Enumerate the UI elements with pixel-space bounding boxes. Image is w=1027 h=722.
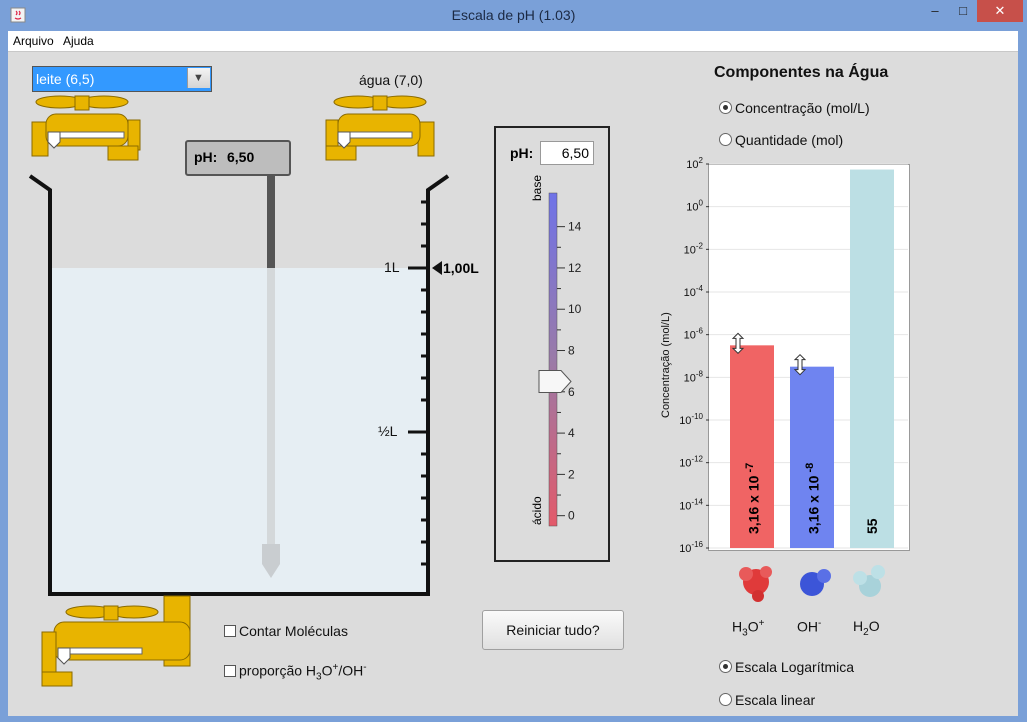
ph-slider-thumb[interactable] xyxy=(538,369,572,393)
window-title: Escala de pH (1.03) xyxy=(451,7,576,23)
oh-label: OH- xyxy=(797,618,822,635)
close-button[interactable]: ✕ xyxy=(977,0,1023,22)
ratio-label-h: proporção H xyxy=(239,662,317,679)
volume-pointer-icon xyxy=(432,261,442,275)
count-molecules-checkbox[interactable]: Contar Moléculas xyxy=(224,623,348,639)
base-label: base xyxy=(530,174,544,201)
chart-ytick-label: 10-12 xyxy=(679,455,703,470)
chart-bar-value-2: 55 xyxy=(864,518,880,534)
h3o-molecule-icon xyxy=(739,566,772,602)
mark-1l: 1L xyxy=(384,259,400,275)
h2o-label: H2O xyxy=(853,618,880,638)
count-molecules-label: Contar Moléculas xyxy=(239,623,348,639)
radio-linear-scale[interactable]: Escala linear xyxy=(719,692,815,708)
slider-tick-label: 0 xyxy=(568,509,575,523)
drag-handle-icon[interactable] xyxy=(731,332,745,355)
chart-bar-value-0: 3,16 x 10 -7 xyxy=(744,462,762,534)
mark-half-l: ½L xyxy=(378,423,398,439)
ph-meter[interactable]: pH: 6,50 xyxy=(185,140,291,176)
menu-arquivo[interactable]: Arquivo xyxy=(13,34,54,48)
checkbox-box[interactable] xyxy=(224,625,236,637)
slider-tick-label: 2 xyxy=(568,467,575,481)
ratio-label-oh: /OH xyxy=(338,662,364,679)
h2o-molecule-icon xyxy=(853,565,885,597)
concentration-chart: 102 100 10-2 10-4 10-6 10-8 10-10 10-12 10-14 10-… xyxy=(679,156,908,555)
liquid xyxy=(50,268,428,593)
chart-ytick-label: 10-10 xyxy=(679,412,703,427)
ph-slider[interactable]: 14 12 10 8 6 4 2 0 xyxy=(494,126,610,562)
slider-tick-label: 8 xyxy=(568,344,575,358)
ph-probe-rod[interactable] xyxy=(267,172,275,268)
chart-ytick-label: 10-4 xyxy=(684,284,704,299)
chart-bar-value-1: 3,16 x 10 -8 xyxy=(804,462,822,534)
volume-readout: 1,00L xyxy=(443,260,479,276)
chart-ylabel: Concentração (mol/L) xyxy=(660,312,672,418)
radio-icon[interactable] xyxy=(719,693,732,706)
radio-icon[interactable] xyxy=(719,101,732,114)
ratio-sup-minus: - xyxy=(363,662,367,673)
ph-scale-bar xyxy=(548,192,558,527)
radio-icon[interactable] xyxy=(719,660,732,673)
chart-ytick-label: 10-16 xyxy=(679,540,703,555)
radio-linear-label: Escala linear xyxy=(735,692,816,708)
menu-ajuda[interactable]: Ajuda xyxy=(63,34,94,48)
radio-quantity[interactable]: Quantidade (mol) xyxy=(719,132,843,148)
radio-quantity-label: Quantidade (mol) xyxy=(735,132,844,148)
slider-tick-label: 12 xyxy=(568,261,582,275)
slider-tick-label: 6 xyxy=(568,385,575,399)
minimize-button[interactable]: – xyxy=(922,0,948,22)
maximize-button[interactable]: □ xyxy=(950,0,976,22)
chart-ytick-label: 10-6 xyxy=(684,327,704,342)
molecules-row xyxy=(739,565,885,602)
ph-probe-rod-submerged xyxy=(267,268,275,544)
main-panel: leite (6,5) ▼ água (7,0) 1L 1,00L ½L pH:… xyxy=(8,52,1018,716)
oh-molecule-icon xyxy=(800,569,831,596)
radio-icon[interactable] xyxy=(719,133,732,146)
slider-tick-label: 4 xyxy=(568,426,575,440)
chart-ytick-label: 10-8 xyxy=(684,369,704,384)
drag-handle-icon[interactable] xyxy=(793,353,807,376)
water-faucet-icon[interactable] xyxy=(325,95,435,161)
slider-tick-label: 14 xyxy=(568,220,582,234)
checkbox-box[interactable] xyxy=(224,664,236,677)
title-bar: Escala de pH (1.03) – □ ✕ xyxy=(0,0,1027,31)
drain-faucet-icon[interactable] xyxy=(41,595,191,687)
chart-ytick-label: 10-14 xyxy=(679,497,703,512)
slider-tick-label: 10 xyxy=(568,302,582,316)
ratio-checkbox[interactable]: proporção H3O+/OH- xyxy=(224,662,367,682)
radio-log-scale[interactable]: Escala Logarítmica xyxy=(719,659,854,675)
chart-ytick-label: 102 xyxy=(686,156,703,171)
solute-faucet-icon[interactable] xyxy=(31,95,141,161)
chart-ytick-label: 10-2 xyxy=(684,241,704,256)
radio-concentration[interactable]: Concentração (mol/L) xyxy=(719,100,870,116)
app-window: Escala de pH (1.03) – □ ✕ Arquivo Ajuda … xyxy=(0,0,1027,722)
chart-ytick-label: 100 xyxy=(686,199,703,214)
ph-meter-label: pH: xyxy=(194,149,218,165)
menu-bar: Arquivo Ajuda xyxy=(8,31,1018,52)
ph-meter-value: 6,50 xyxy=(227,149,255,165)
chart-bar-2 xyxy=(850,169,894,548)
acid-label: ácido xyxy=(530,496,544,525)
radio-log-label: Escala Logarítmica xyxy=(735,659,855,675)
components-title: Componentes na Água xyxy=(714,64,889,81)
radio-concentration-label: Concentração (mol/L) xyxy=(735,100,870,116)
reset-all-button[interactable]: Reiniciar tudo? xyxy=(482,610,624,650)
ratio-label-o: O xyxy=(321,662,333,679)
h3o-label: H3O+ xyxy=(732,618,765,639)
